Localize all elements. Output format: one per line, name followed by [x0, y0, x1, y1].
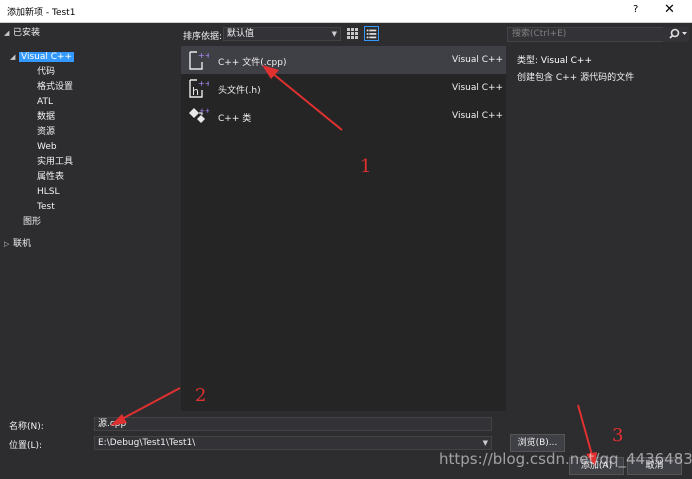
arrow-1 — [262, 65, 343, 131]
annotation-label-3: 3 — [612, 425, 624, 446]
annotation-label-1: 1 — [360, 156, 372, 177]
annotation-arrows — [110, 65, 597, 466]
arrow-2 — [110, 387, 181, 426]
annotation-label-2: 2 — [195, 385, 207, 406]
watermark: https://blog.csdn.net/qq_44364832 — [439, 450, 692, 468]
